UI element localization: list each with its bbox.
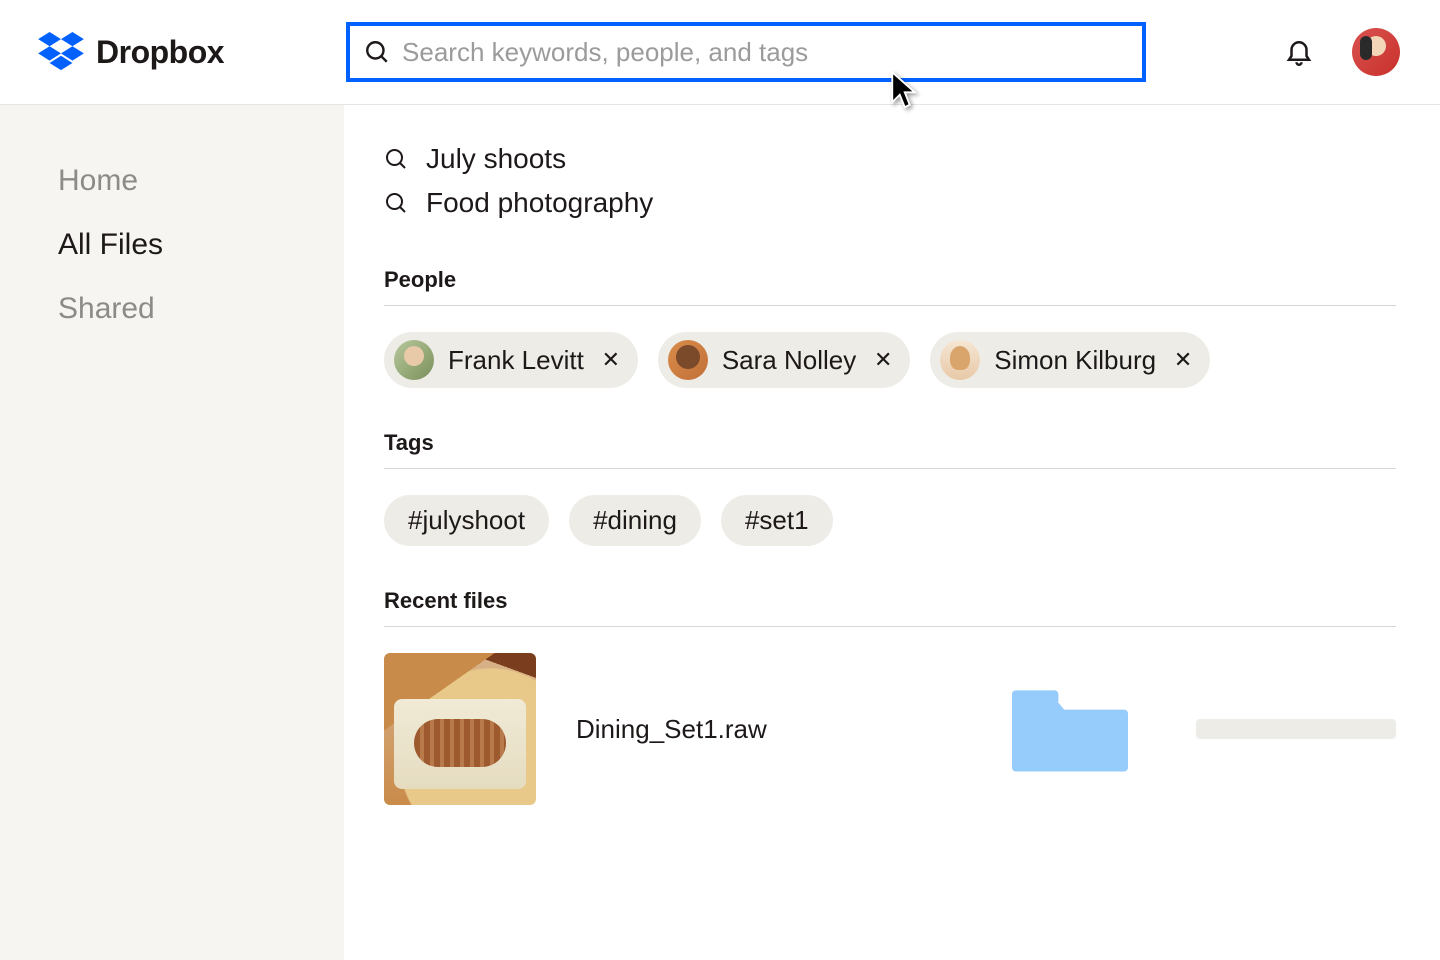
recent-files-section: Recent files Dining_Set1.raw: [384, 588, 1396, 805]
brand-name: Dropbox: [96, 34, 224, 71]
recent-file-row: Dining_Set1.raw: [384, 653, 1396, 805]
sidebar-item-home[interactable]: Home: [58, 157, 344, 205]
user-avatar[interactable]: [1352, 28, 1400, 76]
person-avatar: [668, 340, 708, 380]
folder-icon[interactable]: [1012, 682, 1128, 776]
file-thumbnail[interactable]: [384, 653, 536, 805]
tag-label: #dining: [593, 505, 677, 536]
section-title-people: People: [384, 267, 1396, 306]
person-name: Simon Kilburg: [994, 345, 1156, 376]
search-icon: [384, 191, 408, 215]
tag-chip[interactable]: #set1: [721, 495, 833, 546]
person-name: Sara Nolley: [722, 345, 856, 376]
tag-label: #set1: [745, 505, 809, 536]
close-icon[interactable]: ✕: [1174, 351, 1192, 369]
main: July shoots Food photography People Fran…: [344, 105, 1440, 960]
person-chip[interactable]: Sara Nolley ✕: [658, 332, 910, 388]
person-chip[interactable]: Simon Kilburg ✕: [930, 332, 1210, 388]
tag-chip[interactable]: #julyshoot: [384, 495, 549, 546]
header-actions: [1280, 28, 1400, 76]
tags-chip-row: #julyshoot #dining #set1: [384, 495, 1396, 546]
notifications-button[interactable]: [1280, 32, 1318, 73]
person-name: Frank Levitt: [448, 345, 584, 376]
sidebar: Home All Files Shared: [0, 105, 344, 960]
tag-chip[interactable]: #dining: [569, 495, 701, 546]
body: Home All Files Shared July shoots Food p…: [0, 105, 1440, 960]
suggestion-label: Food photography: [426, 187, 653, 219]
file-name[interactable]: Dining_Set1.raw: [576, 714, 767, 745]
close-icon[interactable]: ✕: [874, 351, 892, 369]
search-container: [346, 22, 1146, 82]
search-input[interactable]: [402, 37, 1128, 68]
search-box[interactable]: [346, 22, 1146, 82]
placeholder: [1196, 719, 1396, 739]
people-chip-row: Frank Levitt ✕ Sara Nolley ✕ Simon Kilbu…: [384, 332, 1396, 388]
section-title-tags: Tags: [384, 430, 1396, 469]
search-suggestion[interactable]: July shoots: [384, 137, 1396, 181]
suggestion-label: July shoots: [426, 143, 566, 175]
dropbox-icon: [38, 32, 84, 72]
section-title-recent: Recent files: [384, 588, 1396, 627]
search-icon: [364, 39, 390, 65]
close-icon[interactable]: ✕: [602, 351, 620, 369]
sidebar-item-all-files[interactable]: All Files: [58, 221, 344, 269]
people-section: People Frank Levitt ✕ Sara Nolley ✕ Simo…: [384, 267, 1396, 388]
sidebar-item-shared[interactable]: Shared: [58, 285, 344, 333]
tags-section: Tags #julyshoot #dining #set1: [384, 430, 1396, 546]
person-chip[interactable]: Frank Levitt ✕: [384, 332, 638, 388]
person-avatar: [940, 340, 980, 380]
bell-icon: [1284, 36, 1314, 66]
person-avatar: [394, 340, 434, 380]
header: Dropbox: [0, 0, 1440, 105]
logo[interactable]: Dropbox: [38, 32, 224, 72]
search-suggestion[interactable]: Food photography: [384, 181, 1396, 225]
search-icon: [384, 147, 408, 171]
tag-label: #julyshoot: [408, 505, 525, 536]
